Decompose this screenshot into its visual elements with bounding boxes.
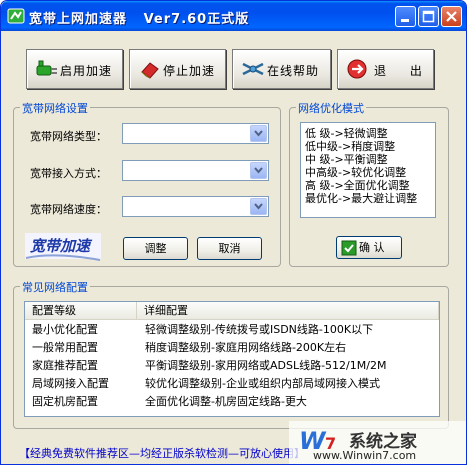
cancel-button[interactable]: 取消 (197, 237, 262, 260)
config-level-cell: 一般常用配置 (32, 341, 98, 354)
confirm-button[interactable]: 确 认 (336, 236, 402, 259)
cancel-label: 取消 (218, 242, 241, 255)
chevron-down-icon (254, 167, 263, 174)
network-type-label: 宽带网络类型： (30, 130, 107, 143)
optimize-mode-list[interactable]: 低 级->轻微调整 低中级->稍度调整 中 级->平衡调整 中高级->较优化调整… (300, 122, 436, 218)
title-bar[interactable]: 宽带上网加速器 Ver7.60正式版 (1, 1, 466, 31)
start-accelerate-button[interactable]: 启用加速 (26, 49, 123, 89)
maximize-button[interactable] (418, 6, 439, 27)
online-help-button[interactable]: 在线帮助 (232, 49, 331, 89)
column-header-detail[interactable]: 详细配置 (137, 302, 439, 320)
common-config-group: 常见网络配置 配置等级 详细配置 最小优化配置 轻微调整级别-传统拨号或ISDN… (13, 279, 449, 429)
optimize-option[interactable]: 低中级->稍度调整 (305, 140, 395, 153)
app-logo: 宽带加速 (25, 233, 101, 261)
network-type-select[interactable] (122, 123, 269, 144)
network-icon (242, 62, 264, 76)
free-software-link[interactable]: 【经典免费软件推荐区—均经正版杀软检测—可放心使用】 (19, 445, 305, 461)
config-level-cell: 局域网接入配置 (32, 377, 109, 390)
network-speed-select[interactable] (122, 196, 269, 217)
close-button[interactable] (441, 6, 462, 27)
config-detail-cell: 全面优化调整-机房固定线路-更大 (145, 395, 307, 408)
exit-label: 退 出 (374, 64, 432, 78)
adjust-label: 调整 (144, 242, 167, 255)
common-group-title: 常见网络配置 (20, 279, 90, 295)
stop-accelerate-button[interactable]: 停止加速 (129, 49, 226, 89)
column-header-level[interactable]: 配置等级 (25, 302, 137, 320)
watermark-url: www.Winwin7.com (313, 449, 417, 462)
network-speed-dropdown-button[interactable] (250, 198, 267, 215)
optimize-option[interactable]: 低 级->轻微调整 (305, 127, 388, 140)
confirm-icon (341, 240, 357, 256)
eraser-icon (141, 62, 159, 79)
network-type-dropdown-button[interactable] (250, 125, 267, 142)
app-window: 宽带上网加速器 Ver7.60正式版 启用加速 停止加速 在线帮助 退 出 宽带… (0, 0, 467, 465)
config-table[interactable]: 配置等级 详细配置 最小优化配置 轻微调整级别-传统拨号或ISDN线路-100K… (24, 301, 440, 417)
config-level-cell: 家庭推荐配置 (32, 359, 98, 372)
minimize-icon (401, 19, 409, 22)
optimize-option[interactable]: 中 级->平衡调整 (305, 153, 388, 166)
help-label: 在线帮助 (267, 64, 320, 78)
optimize-group-title: 网络优化模式 (296, 100, 366, 116)
optimize-option[interactable]: 最优化->最大避让调整 (305, 192, 417, 205)
config-detail-cell: 平衡调整级别-家用网络或ADSL线路-512/1M/2M (145, 359, 387, 372)
access-mode-select[interactable] (122, 160, 269, 181)
exit-icon (347, 59, 367, 79)
close-icon (446, 11, 457, 22)
maximize-icon (422, 10, 435, 23)
adjust-button[interactable]: 调整 (123, 237, 188, 260)
settings-group-title: 宽带网络设置 (20, 100, 90, 116)
stop-label: 停止加速 (163, 64, 216, 78)
logo-text: 宽带加速 (29, 237, 93, 255)
optimize-mode-group: 网络优化模式 低 级->轻微调整 低中级->稍度调整 中 级->平衡调整 中高级… (289, 100, 449, 267)
network-speed-label: 宽带网络速度： (30, 203, 107, 216)
exit-button[interactable]: 退 出 (337, 49, 434, 89)
config-detail-cell: 稍度调整级别-家庭用网络线路-200K左右 (145, 341, 347, 354)
config-level-cell: 固定机房配置 (32, 395, 98, 408)
access-mode-dropdown-button[interactable] (250, 162, 267, 179)
window-title: 宽带上网加速器 Ver7.60正式版 (29, 12, 250, 27)
optimize-option[interactable]: 高 级->全面优化调整 (305, 179, 410, 192)
config-detail-cell: 轻微调整级别-传统拨号或ISDN线路-100K以下 (145, 323, 374, 336)
config-level-cell: 最小优化配置 (32, 323, 98, 336)
plug-icon (36, 60, 57, 76)
app-icon (7, 8, 25, 24)
broadband-settings-group: 宽带网络设置 宽带网络类型： 宽带接入方式： 宽带网络速度： 宽带加速 调整 取… (13, 100, 281, 267)
start-label: 启用加速 (60, 64, 113, 78)
optimize-option[interactable]: 中高级->较优化调整 (305, 166, 406, 179)
access-mode-label: 宽带接入方式： (30, 167, 107, 180)
chevron-down-icon (254, 203, 263, 210)
confirm-label: 确 认 (359, 241, 385, 254)
config-detail-cell: 较优化调整级别-企业或组织内部局域网接入模式 (145, 377, 380, 390)
minimize-button[interactable] (395, 6, 416, 27)
chevron-down-icon (254, 130, 263, 137)
